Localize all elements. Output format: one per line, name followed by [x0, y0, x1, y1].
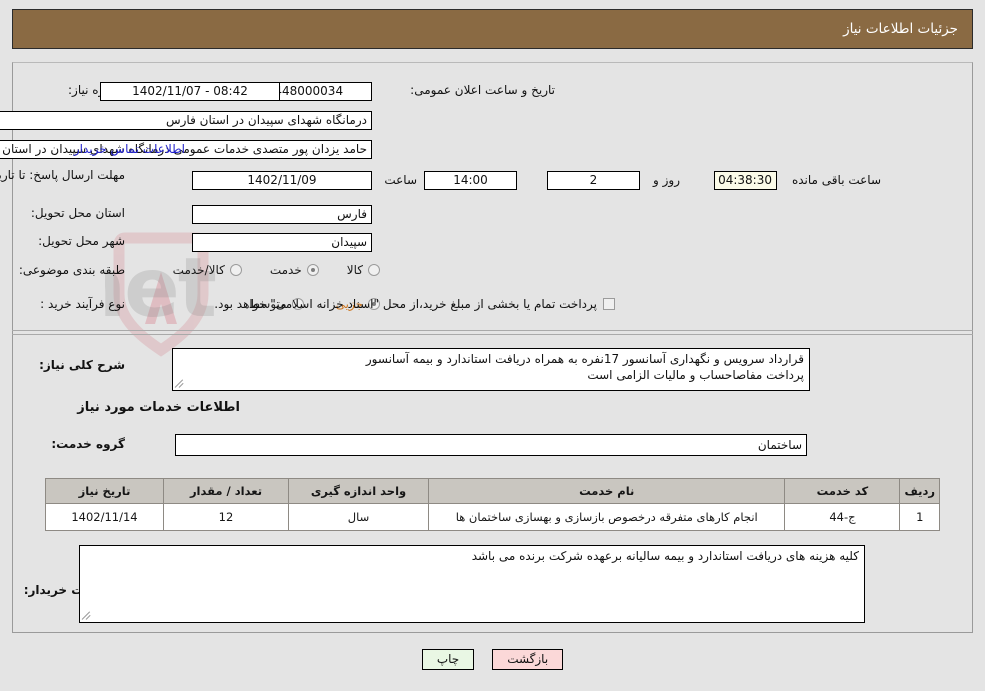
- col-quantity: تعداد / مقدار: [163, 478, 289, 504]
- resize-grip-icon-notes[interactable]: [81, 610, 93, 621]
- radio-kala-khedmat[interactable]: [229, 264, 242, 276]
- col-row-no: ردیف: [899, 478, 940, 504]
- hour-label: ساعت: [384, 173, 417, 187]
- category-option-kala-khedmat[interactable]: کالا/خدمت: [173, 263, 242, 277]
- resize-grip-icon[interactable]: [174, 378, 186, 389]
- cell-service-name: انجام کارهای متفرقه درخصوص بازسازی و بهس…: [427, 503, 786, 531]
- category-option-kala-khedmat-label: کالا/خدمت: [172, 263, 225, 277]
- city-label-wrap: شهر محل تحویل:: [38, 234, 125, 248]
- announce-datetime-value: 08:42 - 1402/11/07: [100, 82, 280, 101]
- city-value: سپیدان: [192, 233, 372, 252]
- services-section-heading: اطلاعات خدمات مورد نیاز: [77, 400, 240, 415]
- deadline-date-value: 1402/11/09: [192, 171, 372, 190]
- buyer-org-value: درمانگاه شهدای سپیدان در استان فارس: [0, 111, 372, 130]
- col-service-code: کد خدمت: [784, 478, 901, 504]
- category-option-khedmat[interactable]: خدمت: [270, 263, 319, 277]
- category-label-wrap: طبقه بندی موضوعی:: [19, 263, 125, 277]
- table-row: 1 ج-44 انجام کارهای متفرقه درخصوص بازساز…: [45, 503, 940, 531]
- window-title-bar: جزئیات اطلاعات نیاز: [12, 9, 973, 49]
- category-radio-group: کالا خدمت کالا/خدمت: [173, 263, 380, 277]
- back-button[interactable]: بازگشت: [492, 649, 564, 670]
- divider-bottom: [12, 334, 973, 335]
- service-group-label: گروه خدمت:: [51, 437, 125, 451]
- services-table: ردیف کد خدمت نام خدمت واحد اندازه گیری ت…: [45, 478, 940, 531]
- cell-need-date: 1402/11/14: [45, 503, 164, 531]
- radio-kala[interactable]: [368, 264, 380, 276]
- radio-khedmat[interactable]: [306, 264, 319, 276]
- buyer-notes-textarea[interactable]: کلیه هزینه های دریافت استاندارد و بیمه س…: [79, 545, 865, 623]
- cell-unit: سال: [288, 503, 429, 531]
- countdown-value: 04:38:30: [714, 171, 777, 190]
- deadline-label: مهلت ارسال پاسخ: تا تاریخ:: [0, 168, 125, 182]
- process-type-label: نوع فرآیند خرید :: [40, 297, 125, 311]
- remaining-days-value: 2: [547, 171, 640, 190]
- print-button[interactable]: چاپ: [421, 649, 475, 670]
- deadline-time-value: 14:00: [424, 171, 517, 190]
- category-option-khedmat-label: خدمت: [269, 263, 302, 277]
- divider-top: [12, 330, 973, 331]
- cell-quantity: 12: [163, 503, 289, 531]
- city-label: شهر محل تحویل:: [38, 234, 125, 248]
- service-group-value: ساختمان: [175, 434, 807, 456]
- announce-label-wrap: تاریخ و ساعت اعلان عمومی:: [410, 83, 555, 97]
- treasury-checkbox[interactable]: [603, 298, 615, 310]
- treasury-checkbox-label: پرداخت تمام یا بخشی از مبلغ خرید،از محل …: [214, 297, 597, 311]
- buyer-contact-link[interactable]: اطلاعات تماس خریدار: [74, 142, 185, 156]
- category-option-kala[interactable]: کالا: [347, 263, 380, 277]
- treasury-checkbox-row[interactable]: پرداخت تمام یا بخشی از مبلغ خرید،از محل …: [214, 297, 615, 311]
- summary-line-1: قرارداد سرویس و نگهداری آسانسور 17نفره ب…: [365, 352, 804, 366]
- cell-row-no: 1: [899, 503, 940, 531]
- summary-label: شرح کلی نیاز:: [39, 358, 125, 372]
- province-label: استان محل تحویل:: [30, 206, 125, 220]
- buyer-notes-value: کلیه هزینه های دریافت استاندارد و بیمه س…: [471, 549, 859, 563]
- countdown-label: ساعت باقی مانده: [791, 173, 881, 187]
- province-value: فارس: [192, 205, 372, 224]
- summary-textarea[interactable]: قرارداد سرویس و نگهداری آسانسور 17نفره ب…: [172, 348, 810, 391]
- col-unit: واحد اندازه گیری: [288, 478, 429, 504]
- category-option-kala-label: کالا: [346, 263, 363, 277]
- province-label-wrap: استان محل تحویل:: [31, 206, 125, 220]
- announce-datetime-label: تاریخ و ساعت اعلان عمومی:: [410, 83, 555, 97]
- col-need-date: تاریخ نیاز: [45, 478, 164, 504]
- cell-service-code: ج-44: [784, 503, 901, 531]
- process-label-wrap: نوع فرآیند خرید :: [40, 297, 125, 311]
- table-header-row: ردیف کد خدمت نام خدمت واحد اندازه گیری ت…: [45, 478, 940, 504]
- category-label: طبقه بندی موضوعی:: [18, 263, 125, 277]
- summary-line-2: پرداخت مفاصاحساب و مالیات الزامی است: [587, 368, 804, 382]
- deadline-label-wrap: مهلت ارسال پاسخ: تا تاریخ:: [0, 168, 125, 183]
- button-bar: بازگشت چاپ: [0, 649, 985, 670]
- page-title: جزئیات اطلاعات نیاز: [843, 21, 958, 37]
- days-label: روز و: [653, 173, 680, 187]
- requester-value: حامد یزدان پور متصدی خدمات عمومی درمانگا…: [0, 140, 372, 159]
- col-service-name: نام خدمت: [427, 478, 786, 504]
